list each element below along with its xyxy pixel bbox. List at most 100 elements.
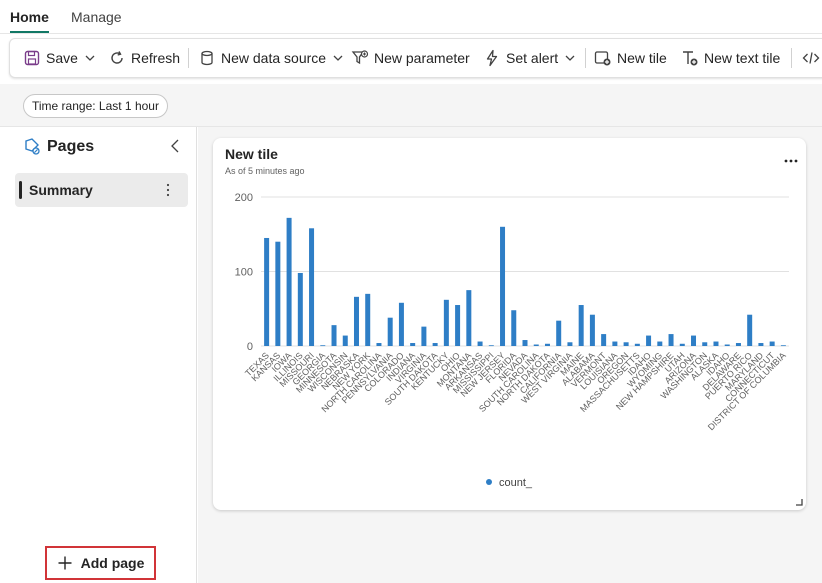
bar — [477, 341, 483, 346]
bar — [466, 290, 472, 346]
new-data-source-label: New data source — [221, 50, 327, 66]
new-data-source-button[interactable]: New data source — [198, 39, 344, 77]
plus-icon — [58, 556, 72, 570]
dashboard-canvas: New tile As of 5 minutes ago 0 100 200 TEXA… — [198, 127, 822, 583]
bar — [488, 345, 494, 347]
page-item-label: Summary — [29, 182, 93, 198]
y-tick-label: 200 — [235, 192, 253, 204]
toolbar: Save Refresh New data source New paramet… — [9, 38, 822, 78]
bar — [275, 241, 281, 346]
pages-sidebar: Pages Summary Add page — [0, 127, 197, 583]
bar — [353, 296, 359, 346]
bar — [398, 302, 404, 346]
chevron-left-icon[interactable] — [168, 137, 182, 155]
lightning-icon — [486, 49, 498, 67]
bar — [668, 334, 674, 346]
bar-chart: 0100200TEXASKANSASIOWAILLINOISMISSOURIGE… — [235, 192, 789, 489]
database-icon — [201, 50, 213, 66]
bar — [410, 343, 416, 346]
bar — [455, 305, 461, 346]
new-tile-label: New tile — [617, 50, 667, 66]
new-text-tile-label: New text tile — [704, 50, 781, 66]
bar — [533, 344, 539, 346]
bar — [511, 310, 517, 346]
bar — [657, 341, 663, 346]
bar — [713, 341, 719, 346]
bar — [589, 314, 595, 346]
bar — [342, 335, 348, 346]
bar — [331, 325, 337, 346]
chevron-down-icon[interactable] — [84, 52, 96, 64]
set-alert-label: Set alert — [506, 50, 559, 66]
save-label: Save — [46, 50, 78, 66]
bar — [544, 343, 550, 346]
bar — [365, 293, 371, 346]
text-add-icon — [683, 51, 698, 66]
more-vertical-icon[interactable] — [163, 181, 173, 199]
toolbar-divider — [791, 48, 792, 68]
save-icon — [24, 50, 40, 66]
pages-icon — [25, 138, 40, 155]
refresh-label: Refresh — [131, 50, 181, 66]
bar — [309, 228, 315, 346]
bar — [578, 305, 584, 346]
chevron-down-icon[interactable] — [564, 52, 576, 64]
bar — [780, 345, 786, 347]
bar — [522, 340, 528, 346]
code-button[interactable] — [802, 39, 822, 77]
bar — [634, 343, 640, 346]
refresh-icon — [111, 51, 123, 64]
bar — [747, 314, 753, 346]
bar — [679, 343, 685, 346]
bar — [623, 342, 629, 346]
filter-bar: Time range: Last 1 hour — [0, 84, 822, 127]
bar — [724, 344, 730, 346]
chevron-down-icon[interactable] — [332, 52, 344, 64]
bar — [758, 343, 764, 346]
bar — [735, 343, 741, 346]
bar — [264, 237, 270, 346]
y-tick-label: 0 — [247, 341, 253, 353]
toolbar-divider — [188, 48, 189, 68]
add-page-button[interactable]: Add page — [45, 546, 156, 580]
refresh-button[interactable]: Refresh — [108, 39, 180, 77]
filter-add-icon — [351, 50, 369, 65]
legend-label: count_ — [499, 477, 533, 489]
bar — [421, 326, 427, 346]
set-alert-button[interactable]: Set alert — [483, 39, 576, 77]
tile-add-icon — [594, 51, 611, 66]
bar — [567, 342, 573, 346]
bar — [769, 341, 775, 346]
bar — [646, 335, 652, 346]
new-tile-button[interactable]: New tile — [594, 39, 667, 77]
bar — [320, 345, 326, 347]
ribbon-tabs: Home Manage — [0, 0, 822, 34]
tab-home[interactable]: Home — [10, 9, 49, 33]
bar — [376, 343, 382, 346]
page-item-summary[interactable]: Summary — [15, 173, 188, 207]
code-icon — [802, 52, 820, 64]
bar — [500, 226, 506, 346]
bar — [387, 317, 393, 346]
tab-manage[interactable]: Manage — [71, 9, 122, 25]
resize-handle-icon[interactable] — [795, 498, 803, 506]
legend-marker — [486, 479, 492, 485]
toolbar-divider — [585, 48, 586, 68]
pages-title: Pages — [47, 138, 95, 155]
y-tick-label: 100 — [235, 267, 253, 279]
tile-card[interactable]: New tile As of 5 minutes ago 0 100 200 TEXA… — [213, 138, 806, 510]
bar — [691, 335, 697, 346]
save-button[interactable]: Save — [23, 39, 96, 77]
bar — [556, 320, 562, 346]
bar — [297, 272, 303, 346]
add-page-label: Add page — [80, 555, 145, 571]
bar — [286, 217, 292, 346]
time-range-filter[interactable]: Time range: Last 1 hour — [23, 94, 168, 118]
bar — [443, 299, 449, 346]
new-parameter-button[interactable]: New parameter — [351, 39, 470, 77]
new-text-tile-button[interactable]: New text tile — [681, 39, 780, 77]
bar — [432, 343, 438, 346]
bar — [702, 342, 708, 346]
bar — [612, 341, 618, 346]
selected-indicator — [19, 181, 22, 199]
